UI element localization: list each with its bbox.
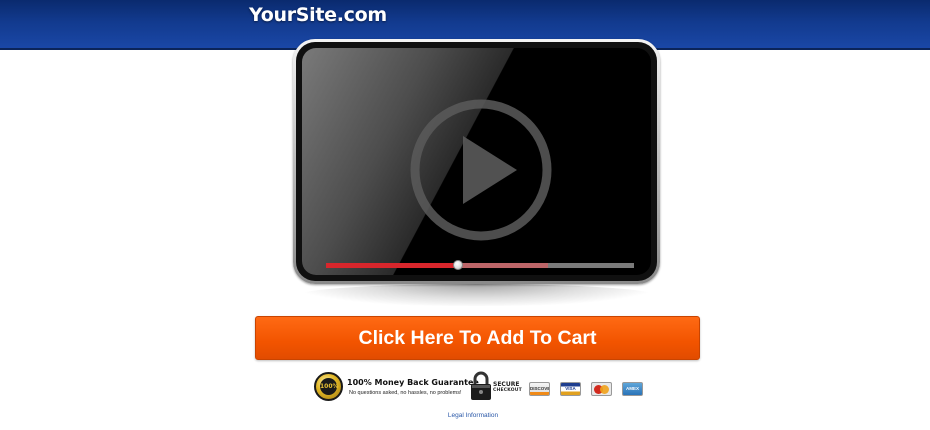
guarantee-title: 100% Money Back Guarantee xyxy=(347,378,479,387)
video-screen[interactable] xyxy=(302,48,651,275)
legal-information-link[interactable]: Legal Information xyxy=(0,412,930,419)
mastercard-orange-circle xyxy=(600,385,609,394)
play-icon[interactable] xyxy=(407,96,555,244)
amex-card-icon: AMEX xyxy=(622,382,643,396)
add-to-cart-button[interactable]: Click Here To Add To Cart xyxy=(255,316,700,360)
padlock-icon xyxy=(471,371,491,400)
discover-card-icon: DISCOVER xyxy=(529,382,550,396)
video-player-frame xyxy=(293,39,660,284)
video-progress-bar[interactable] xyxy=(326,260,634,270)
player-reflection xyxy=(300,284,653,306)
guarantee-subtitle: No questions asked, no hassles, no probl… xyxy=(349,390,462,396)
secure-checkout-label: SECURE CHECKOUT xyxy=(493,382,522,394)
mastercard-card-icon xyxy=(591,382,612,396)
seal-text: 100% xyxy=(320,378,339,395)
visa-card-icon: VISA xyxy=(560,382,581,396)
checkout-line: CHECKOUT xyxy=(493,388,522,393)
site-logo-title[interactable]: YourSite.com xyxy=(249,4,387,26)
video-player-bezel xyxy=(296,42,657,281)
legal-link-text[interactable]: Legal Information xyxy=(448,412,498,419)
played-bar xyxy=(326,263,459,268)
guarantee-seal-icon: 100% xyxy=(314,372,343,401)
